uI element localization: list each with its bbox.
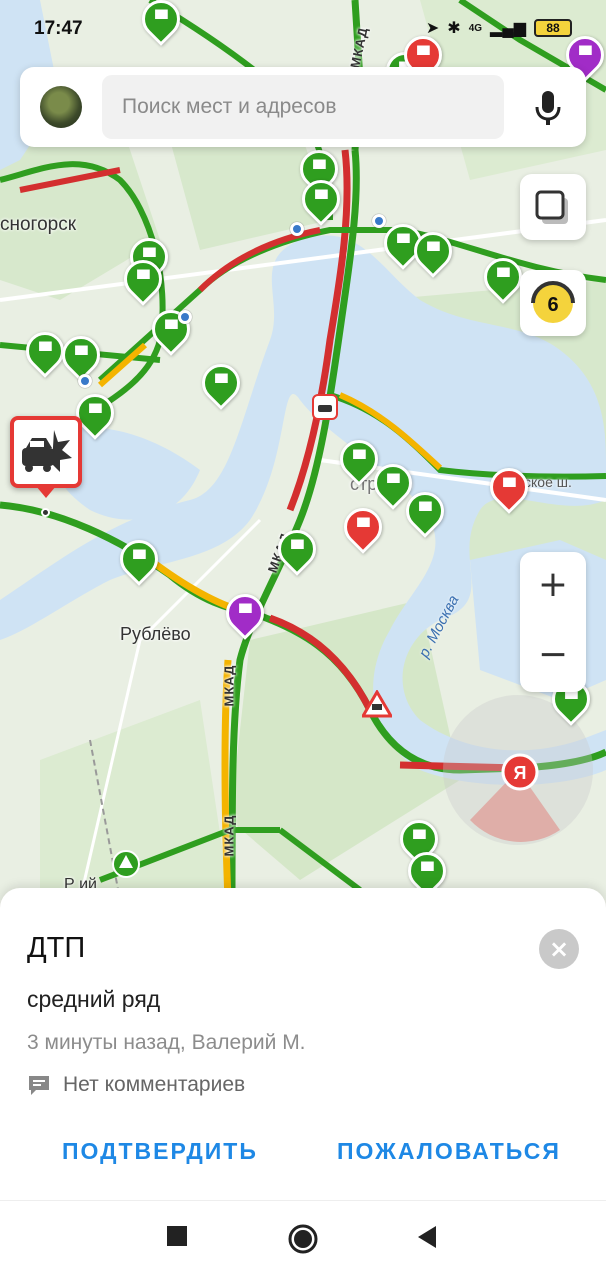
traffic-gauge-icon: 6 (531, 281, 575, 323)
search-bar: Поиск мест и адресов (20, 67, 586, 147)
battery-indicator: 88 (534, 19, 572, 37)
roadworks-icon[interactable] (362, 690, 392, 718)
location-arrow-icon: ➤ (425, 20, 440, 37)
accident-icon (22, 430, 72, 472)
layers-icon (535, 190, 568, 224)
home-icon[interactable] (287, 1223, 319, 1255)
zoom-in-button[interactable]: + (520, 552, 586, 622)
map-view[interactable]: сногорск Рублёво стр ино р. Москва ское … (0, 0, 606, 900)
status-bar: 17:47 ➤ ✱ 4G ▂▄▆ 88 (0, 0, 606, 60)
zoom-controls: + − (520, 552, 586, 692)
status-time: 17:47 (34, 18, 83, 39)
search-placeholder: Поиск мест и адресов (122, 95, 337, 118)
event-title: ДТП (27, 932, 86, 964)
signal-icon: ▂▄▆ (490, 20, 526, 37)
traffic-score: 6 (547, 294, 558, 316)
recents-icon[interactable] (166, 1225, 188, 1247)
metro-station-dot[interactable] (290, 222, 304, 236)
accident-location-dot (41, 508, 50, 517)
back-icon[interactable] (416, 1225, 438, 1249)
status-icons: ➤ ✱ 4G ▂▄▆ 88 (426, 18, 572, 38)
small-accident-icon[interactable] (312, 394, 338, 420)
map-label-mkad-3: МКАД (221, 664, 237, 707)
microphone-icon[interactable] (532, 89, 564, 127)
bluetooth-icon: ✱ (447, 20, 461, 37)
event-meta: 3 минуты назад, Валерий М. (27, 1031, 306, 1054)
park-icon (112, 850, 140, 878)
map-label-mkad-4: МКАД (221, 814, 237, 857)
comments-text: Нет комментариев (63, 1073, 246, 1096)
metro-station-dot[interactable] (78, 374, 92, 388)
layers-button[interactable] (520, 174, 586, 240)
map-label-rublevo: Рублёво (120, 624, 191, 644)
search-input[interactable]: Поиск мест и адресов (102, 75, 504, 139)
close-button[interactable]: × (539, 929, 579, 969)
event-subtitle: средний ряд (27, 986, 161, 1012)
confirm-button[interactable]: ПОДТВЕРДИТЬ (62, 1138, 258, 1165)
svg-text:Я: Я (514, 763, 527, 783)
map-label-krasnogorsk: сногорск (0, 214, 77, 235)
system-nav-bar (0, 1200, 606, 1280)
report-button[interactable]: ПОЖАЛОВАТЬСЯ (337, 1138, 561, 1165)
my-location-marker[interactable]: Я (500, 752, 540, 792)
zoom-out-button[interactable]: − (520, 622, 586, 692)
comment-icon (29, 1076, 49, 1095)
comments-row[interactable]: Нет комментариев (27, 1073, 245, 1097)
traffic-score-button[interactable]: 6 (520, 270, 586, 336)
metro-station-dot[interactable] (178, 310, 192, 324)
map-label-street: ское ш. (524, 474, 572, 490)
avatar[interactable] (40, 86, 82, 128)
accident-marker-selected[interactable] (10, 416, 82, 488)
network-type: 4G (468, 22, 483, 34)
accident-marker-pointer (36, 486, 56, 498)
metro-station-dot[interactable] (372, 214, 386, 228)
event-details-sheet: ДТП × средний ряд 3 минуты назад, Валери… (0, 888, 606, 1200)
